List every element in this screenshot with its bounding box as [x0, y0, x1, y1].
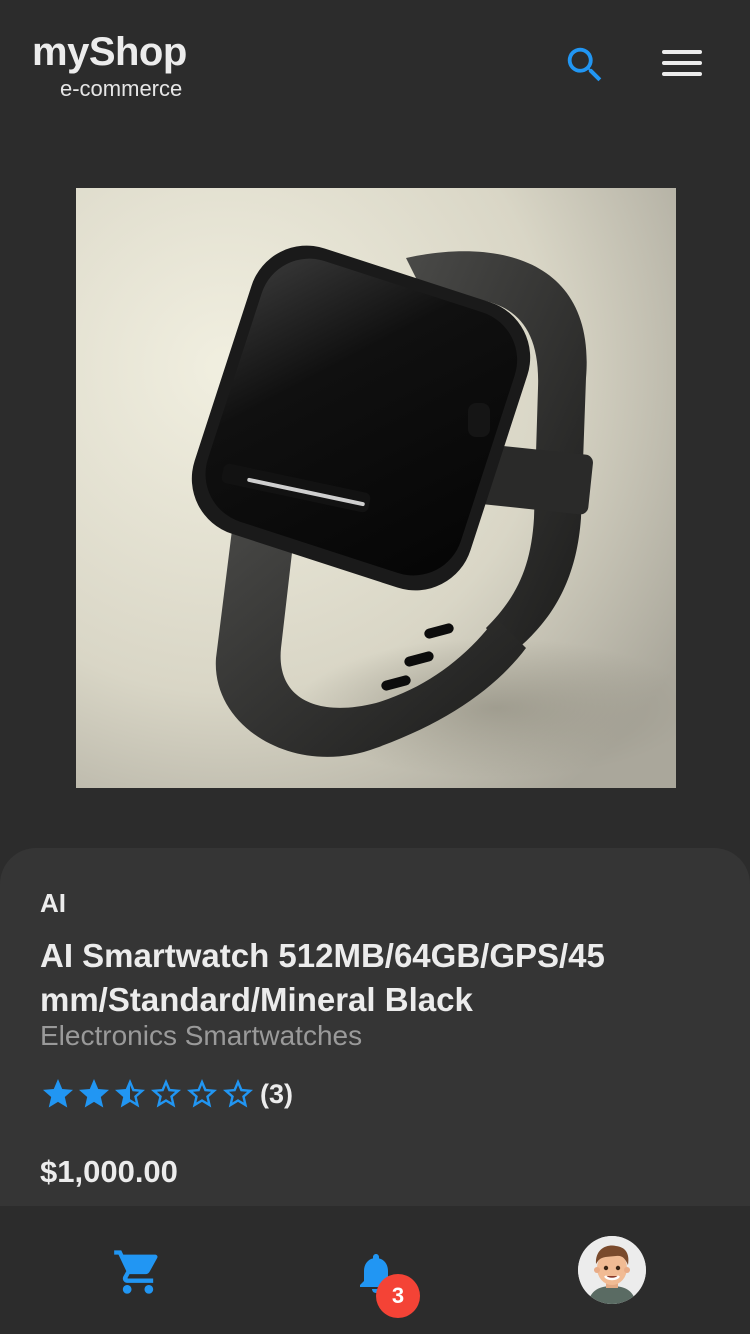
star-half-icon — [115, 1079, 145, 1108]
bottom-navigation: 3 — [0, 1206, 750, 1334]
search-icon — [567, 47, 602, 82]
product-price: $1,000.00 — [40, 1154, 178, 1189]
star-outline-icon — [223, 1079, 253, 1108]
brand-name: myShop — [32, 30, 187, 74]
smartwatch-image — [76, 188, 676, 788]
product-brand: AI — [40, 888, 66, 918]
brand-tagline: e-commerce — [60, 76, 183, 101]
avatar-image — [578, 1236, 646, 1304]
product-image[interactable] — [76, 188, 676, 788]
cart-button[interactable] — [112, 1246, 164, 1298]
product-page: myShop e-commerce AI AI Smartwatch 512MB… — [0, 0, 750, 1334]
hamburger-menu-icon — [660, 50, 704, 76]
product-details-card: AI AI Smartwatch 512MB/64GB/GPS/45 mm/St… — [0, 848, 750, 1228]
product-title: AI Smartwatch 512MB/64GB/GPS/45 mm/Stand… — [40, 937, 605, 1018]
star-outline-icon — [151, 1079, 181, 1108]
review-count: (3) — [260, 1078, 293, 1109]
star-filled-icon — [43, 1079, 73, 1108]
star-outline-icon — [187, 1079, 217, 1108]
avatar[interactable] — [578, 1236, 646, 1304]
menu-button[interactable] — [660, 46, 704, 82]
product-category[interactable]: Electronics Smartwatches — [40, 1020, 362, 1052]
app-header: myShop e-commerce — [0, 0, 750, 130]
search-button[interactable] — [562, 42, 608, 88]
star-filled-icon — [79, 1079, 109, 1108]
cart-icon — [114, 1250, 158, 1294]
rating[interactable]: (3) — [40, 1076, 293, 1112]
brand-logo[interactable]: myShop e-commerce — [32, 30, 187, 104]
notification-badge: 3 — [376, 1274, 420, 1318]
